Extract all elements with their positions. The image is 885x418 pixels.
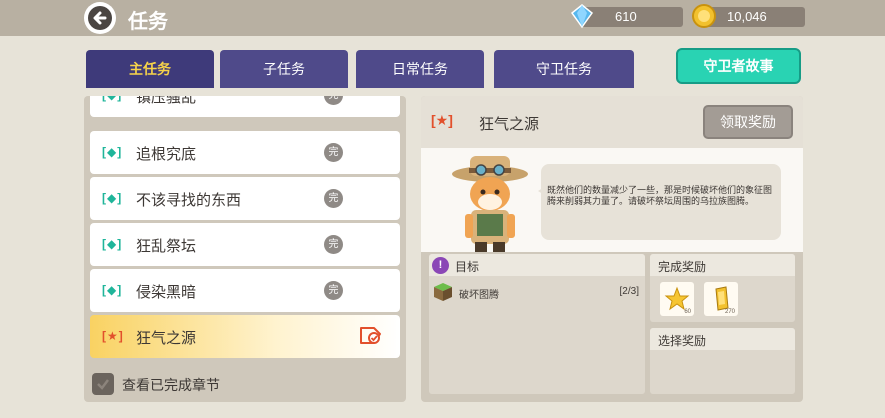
guardian-story-button[interactable]: 守卫者故事 [676,48,801,84]
back-button[interactable] [84,2,116,34]
list-item[interactable]: [◆] 追根究底 完 [90,131,400,174]
completion-reward-header: 完成奖励 [650,254,795,276]
list-item[interactable]: [◆] 不该寻找的东西 完 [90,177,400,220]
quest-type-icon: [◆] [102,283,123,297]
npc-dialogue-bubble: 既然他们的数量减少了一些，那是时候破坏他们的象征图腾来削弱其力量了。请破坏祭坛周… [538,164,781,240]
quest-name: 不该寻找的东西 [136,192,242,209]
checkbox[interactable] [92,373,114,395]
list-item[interactable]: [◆] 镇压骚乱 完 [90,96,400,117]
reward-count: 60 [684,309,691,315]
quest-marker-icon [360,327,381,344]
exclamation-icon: ! [432,257,449,274]
list-item[interactable]: [◆] 狂乱祭坛 完 [90,223,400,266]
choose-reward-header: 选择奖励 [650,328,795,350]
arrow-left-icon [88,6,112,30]
quest-type-icon: [◆] [102,191,123,205]
quest-type-icon: [★] [102,329,124,343]
objective-item: 破坏图腾 [2/3] [433,282,641,304]
npc-dialogue-area: 既然他们的数量减少了一些，那是时候破坏他们的象征图腾来削弱其力量了。请破坏祭坛周… [421,148,803,252]
checkmark-icon [97,379,109,390]
choose-reward-label: 选择奖励 [658,334,707,348]
coin-count: 10,046 [727,9,767,24]
quest-name: 侵染黑暗 [136,284,197,301]
completion-reward-box: 完成奖励 60 270 [650,254,795,322]
quest-detail-header: [★] 狂气之源 领取奖励 [421,96,803,148]
quest-type-icon: [◆] [102,237,123,251]
list-item[interactable]: [◆] 侵染黑暗 完 [90,269,400,312]
objective-box: ! 目标 破坏图腾 [2/3] [429,254,645,394]
completion-reward-label: 完成奖励 [658,260,707,274]
quest-name: 追根究底 [136,146,197,163]
quest-detail-panel: [★] 狂气之源 领取奖励 既然他们的数量减少了一些，那是时候破坏他们的象征图腾… [421,96,803,402]
coin-counter: 10,046 [692,4,805,28]
list-item-selected[interactable]: [★] 狂气之源 [90,315,400,358]
tab-main-quest[interactable]: 主任务 [86,50,214,88]
quest-name: 镇压骚乱 [136,96,197,106]
objective-name: 破坏图腾 [459,290,499,301]
quest-type-icon: [◆] [102,96,122,102]
claim-reward-button[interactable]: 领取奖励 [703,105,793,139]
top-bar: 任务 610 10,046 [0,0,885,36]
gem-count: 610 [615,9,637,24]
quest-name: 狂气之源 [136,330,197,347]
totem-block-icon [434,283,452,301]
quest-type-icon: [◆] [102,145,123,159]
choose-reward-box: 选择奖励 [650,328,795,394]
reward-slot[interactable]: 60 [660,282,694,316]
npc-cat-portrait-icon [452,156,528,252]
page-title: 任务 [128,11,168,33]
tab-sub-quest[interactable]: 子任务 [220,50,348,88]
completed-badge: 完 [324,143,343,162]
completed-badge: 完 [324,189,343,208]
objective-progress: [2/3] [619,286,639,297]
completed-badge: 完 [324,281,343,300]
tab-daily-quest[interactable]: 日常任务 [356,50,484,88]
quest-name: 狂乱祭坛 [136,238,197,255]
gem-icon [570,4,594,29]
reward-count: 270 [724,309,735,315]
quest-type-icon: [★] [431,112,453,128]
quest-list[interactable]: [◆] 镇压骚乱 完 [◆] 追根究底 完 [◆] 不该寻找的东西 完 [◆] … [90,96,400,360]
reward-slot[interactable]: 270 [704,282,738,316]
quest-title: 狂气之源 [479,116,540,133]
objective-label: 目标 [455,260,480,274]
gem-counter: 610 [570,4,683,29]
completed-badge: 完 [324,96,343,105]
objective-header: ! 目标 [429,254,645,276]
completed-badge: 完 [324,235,343,254]
show-completed-label: 查看已完成章节 [122,377,220,393]
quest-list-panel: [◆] 镇压骚乱 完 [◆] 追根究底 完 [◆] 不该寻找的东西 完 [◆] … [84,96,406,402]
tab-guard-quest[interactable]: 守卫任务 [494,50,634,88]
coin-icon [692,4,716,28]
